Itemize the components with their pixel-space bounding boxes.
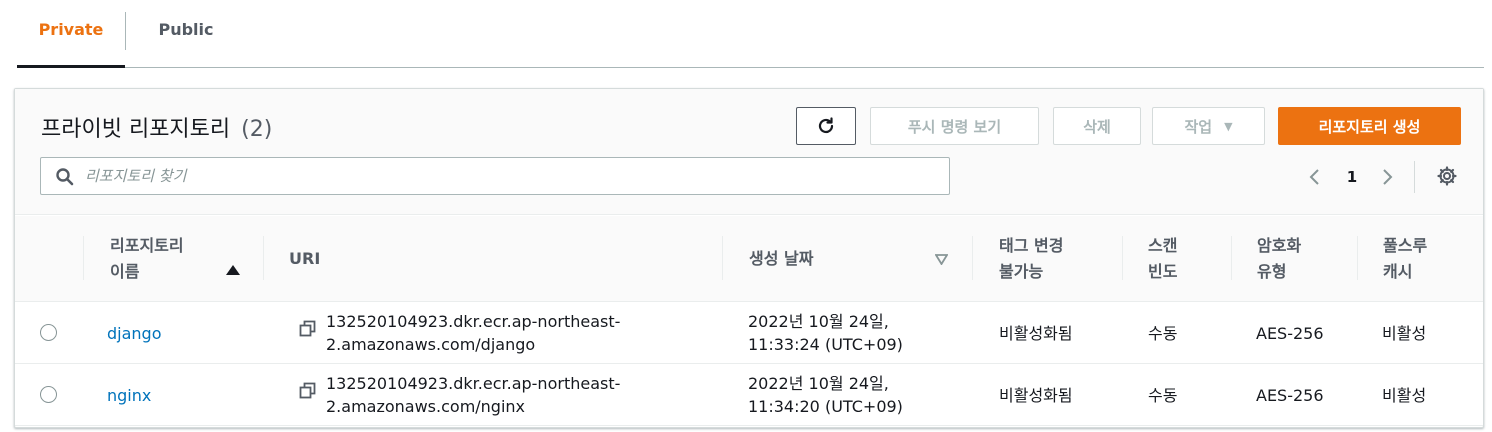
- sort-ascending-icon: [226, 265, 240, 275]
- column-header-pull-line1: 풀스루: [1383, 236, 1428, 255]
- created-date-line1: 2022년 10월 24일,: [748, 374, 889, 393]
- refresh-icon: [818, 117, 834, 134]
- next-page-icon[interactable]: [1377, 165, 1397, 189]
- panel-title-text: 프라이빗 리포지토리: [41, 117, 231, 142]
- actions-dropdown[interactable]: 작업 ▼: [1152, 107, 1265, 145]
- created-date: 2022년 10월 24일, 11:33:24 (UTC+09): [748, 302, 948, 364]
- caret-down-icon: ▼: [1224, 119, 1233, 133]
- repository-uri: 132520104923.dkr.ecr.ap-northeast- 2.ama…: [326, 302, 716, 364]
- view-push-commands-button[interactable]: 푸시 명령 보기: [870, 107, 1039, 145]
- tab-private[interactable]: Private: [17, 0, 125, 68]
- column-header-name-line2: 이름: [110, 262, 140, 281]
- column-header-encryption-line2: 유형: [1257, 262, 1287, 281]
- gear-icon[interactable]: [1436, 165, 1458, 187]
- search-icon: [56, 168, 74, 186]
- column-divider: [1231, 236, 1232, 280]
- encryption-type-value: AES-256: [1256, 323, 1324, 343]
- row-select-radio[interactable]: [40, 386, 57, 403]
- column-header-scan-frequency[interactable]: 스캔 빈도: [1148, 216, 1218, 302]
- column-header-encryption[interactable]: 암호화 유형: [1257, 216, 1337, 302]
- column-header-immutability-line1: 태그 변경: [999, 236, 1064, 255]
- copy-icon[interactable]: [299, 320, 316, 337]
- tag-immutability-value: 비활성화됨: [999, 385, 1073, 405]
- table-header: 리포지토리 이름 URI 생성 날짜 태그 변경 불가능 스캔 빈도 암호화 유…: [15, 216, 1483, 302]
- created-date-line2: 11:33:24 (UTC+09): [748, 335, 903, 354]
- scan-frequency-value: 수동: [1148, 323, 1178, 343]
- column-divider: [972, 236, 973, 280]
- repository-name-link[interactable]: django: [107, 302, 162, 364]
- table-row[interactable]: django 132520104923.dkr.ecr.ap-northeast…: [15, 302, 1483, 364]
- column-header-created[interactable]: 생성 날짜: [749, 216, 909, 302]
- sort-descending-icon: [935, 254, 948, 265]
- current-page-number[interactable]: 1: [1340, 165, 1364, 189]
- column-header-name[interactable]: 리포지토리 이름: [110, 216, 260, 302]
- created-date-line2: 11:34:20 (UTC+09): [748, 397, 903, 416]
- repository-tabs: Private Public: [17, 0, 1484, 68]
- uri-line1: 132520104923.dkr.ecr.ap-northeast-: [326, 312, 621, 331]
- column-header-name-line1: 리포지토리: [110, 236, 184, 255]
- repository-count: (2): [241, 117, 273, 142]
- panel-header: 프라이빗 리포지토리 (2) 푸시 명령 보기 삭제 작업 ▼ 리포지토리 생성: [15, 89, 1483, 215]
- search-input[interactable]: [85, 158, 935, 194]
- column-header-scan-line1: 스캔: [1148, 236, 1178, 255]
- tag-immutability-value: 비활성화됨: [999, 323, 1073, 343]
- tab-public[interactable]: Public: [126, 0, 246, 67]
- column-header-pull-through-cache[interactable]: 풀스루 캐시: [1383, 216, 1463, 302]
- column-divider: [1122, 236, 1123, 280]
- repository-name-link[interactable]: nginx: [107, 364, 151, 426]
- created-date: 2022년 10월 24일, 11:34:20 (UTC+09): [748, 364, 948, 426]
- delete-button[interactable]: 삭제: [1053, 107, 1141, 145]
- pull-through-cache-value: 비활성: [1382, 385, 1427, 405]
- row-select-radio[interactable]: [40, 324, 57, 341]
- column-header-tag-immutability[interactable]: 태그 변경 불가능: [999, 216, 1119, 302]
- column-header-scan-line2: 빈도: [1148, 262, 1178, 281]
- created-date-line1: 2022년 10월 24일,: [748, 312, 889, 331]
- search-box: [40, 157, 950, 195]
- pagination-divider: [1414, 161, 1415, 193]
- previous-page-icon[interactable]: [1305, 165, 1325, 189]
- copy-icon[interactable]: [299, 382, 316, 399]
- uri-line2: 2.amazonaws.com/django: [326, 335, 536, 354]
- column-divider: [722, 236, 723, 280]
- pull-through-cache-value: 비활성: [1382, 323, 1427, 343]
- encryption-type-value: AES-256: [1256, 385, 1324, 405]
- refresh-button[interactable]: [796, 107, 856, 145]
- column-header-uri[interactable]: URI: [289, 216, 589, 302]
- column-header-encryption-line1: 암호화: [1257, 236, 1302, 255]
- create-repository-button[interactable]: 리포지토리 생성: [1278, 107, 1461, 145]
- column-divider: [83, 236, 84, 280]
- column-header-immutability-line2: 불가능: [999, 262, 1044, 281]
- scan-frequency-value: 수동: [1148, 385, 1178, 405]
- uri-line2: 2.amazonaws.com/nginx: [326, 397, 526, 416]
- table-row[interactable]: nginx 132520104923.dkr.ecr.ap-northeast-…: [15, 364, 1483, 426]
- column-header-pull-line2: 캐시: [1383, 262, 1413, 281]
- repository-uri: 132520104923.dkr.ecr.ap-northeast- 2.ama…: [326, 364, 716, 426]
- panel-title: 프라이빗 리포지토리 (2): [41, 111, 272, 143]
- repositories-panel: 프라이빗 리포지토리 (2) 푸시 명령 보기 삭제 작업 ▼ 리포지토리 생성: [14, 88, 1484, 428]
- actions-label: 작업: [1184, 117, 1213, 136]
- column-divider: [263, 236, 264, 280]
- uri-line1: 132520104923.dkr.ecr.ap-northeast-: [326, 374, 621, 393]
- column-divider: [1357, 236, 1358, 280]
